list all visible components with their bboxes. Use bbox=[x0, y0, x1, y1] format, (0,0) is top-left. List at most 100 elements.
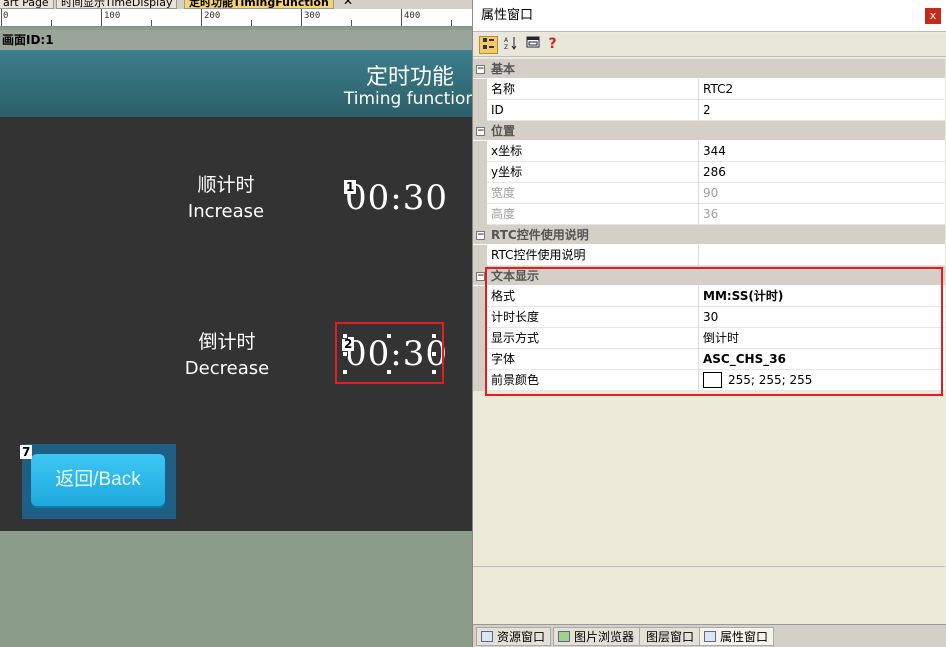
document-tab-bar: art Page 时间显示TimeDisplay 定时功能TimingFunct… bbox=[0, 0, 472, 9]
tab-label: 图层窗口 bbox=[646, 630, 695, 644]
property-value: 36 bbox=[703, 207, 719, 221]
color-value: 255; 255; 255 bbox=[728, 373, 813, 387]
categorized-icon[interactable] bbox=[479, 36, 498, 54]
ruler-tick: 100 bbox=[104, 11, 121, 21]
color-swatch[interactable] bbox=[703, 371, 722, 388]
close-tab-icon[interactable]: ✕ bbox=[343, 0, 353, 8]
property-key: 前景颜色 bbox=[487, 370, 699, 391]
category-label: 基本 bbox=[491, 62, 516, 76]
property-value[interactable]: 倒计时 bbox=[699, 328, 945, 349]
screen-id-label: 画面ID:1 bbox=[0, 30, 472, 50]
property-key: RTC控件使用说明 bbox=[487, 245, 699, 266]
property-value[interactable]: 344 bbox=[699, 141, 945, 162]
hmi-screen-canvas[interactable]: 定时功能 Timing function 顺计时 Increase 00:30 … bbox=[0, 50, 476, 531]
property-pages-icon[interactable] bbox=[523, 36, 542, 54]
ruler-tick: 0 bbox=[3, 11, 9, 21]
resize-handle[interactable] bbox=[431, 351, 437, 357]
category-rtc-usage[interactable]: − RTC控件使用说明 bbox=[473, 225, 945, 245]
property-row[interactable]: ID 2 bbox=[473, 100, 945, 121]
property-key: 宽度 bbox=[487, 183, 699, 204]
decrease-label-cn: 倒计时 bbox=[198, 331, 256, 353]
property-key: 字体 bbox=[487, 349, 699, 370]
tab-label: 资源窗口 bbox=[497, 630, 546, 644]
ruler-tick: 200 bbox=[204, 11, 221, 21]
property-window-title: 属性窗口 bbox=[473, 0, 946, 32]
tab-time-display[interactable]: 时间显示TimeDisplay bbox=[56, 0, 178, 9]
property-key: 显示方式 bbox=[487, 328, 699, 349]
svg-text:Z: Z bbox=[504, 44, 508, 50]
resize-handle[interactable] bbox=[386, 369, 392, 375]
decrease-label-en: Decrease bbox=[184, 358, 270, 379]
collapse-icon[interactable]: − bbox=[476, 272, 485, 281]
category-basic[interactable]: − 基本 bbox=[473, 59, 945, 79]
tab-property-window[interactable]: 属性窗口 bbox=[699, 627, 775, 646]
control-id-badge: 1 bbox=[344, 180, 357, 194]
help-icon[interactable]: ? bbox=[543, 36, 562, 54]
property-value[interactable]: ASC_CHS_36 bbox=[699, 349, 945, 370]
property-window-icon bbox=[704, 631, 716, 642]
property-row: 高度 36 bbox=[473, 204, 945, 225]
svg-text:A: A bbox=[504, 37, 509, 44]
ruler-tick: 400 bbox=[404, 11, 421, 21]
resize-handle[interactable] bbox=[431, 333, 437, 339]
property-row[interactable]: 格式 MM:SS(计时) bbox=[473, 286, 945, 307]
property-value: 90 bbox=[703, 186, 719, 200]
resize-handle[interactable] bbox=[342, 369, 348, 375]
rtc-increase-timer[interactable]: 00:30 bbox=[345, 178, 448, 218]
property-toolbar: AZ ? bbox=[473, 33, 946, 57]
property-value[interactable]: 255; 255; 255 bbox=[699, 370, 945, 391]
category-position[interactable]: − 位置 bbox=[473, 121, 945, 141]
property-value[interactable] bbox=[699, 245, 945, 266]
property-value[interactable]: 30 bbox=[699, 307, 945, 328]
resource-window-icon bbox=[481, 631, 493, 642]
property-row[interactable]: RTC控件使用说明 bbox=[473, 245, 945, 266]
property-row[interactable]: 显示方式 倒计时 bbox=[473, 328, 945, 349]
image-browser-icon bbox=[558, 631, 570, 642]
screen-header: 定时功能 Timing function bbox=[0, 50, 476, 117]
tab-resource-window[interactable]: 资源窗口 bbox=[476, 627, 552, 646]
resize-handle[interactable] bbox=[342, 351, 348, 357]
collapse-icon[interactable]: − bbox=[476, 65, 485, 74]
sort-az-icon[interactable]: AZ bbox=[501, 36, 520, 54]
horizontal-ruler: 0 100 200 300 400 bbox=[0, 9, 472, 27]
property-row[interactable]: 名称 RTC2 bbox=[473, 79, 945, 100]
property-value[interactable]: MM:SS(计时) bbox=[699, 286, 945, 307]
property-row[interactable]: 计时长度 30 bbox=[473, 307, 945, 328]
property-key: ID bbox=[487, 100, 699, 121]
screen-title-cn: 定时功能 bbox=[365, 65, 454, 90]
resize-handle[interactable] bbox=[386, 333, 392, 339]
property-row[interactable]: 前景颜色 255; 255; 255 bbox=[473, 370, 945, 391]
property-value[interactable]: RTC2 bbox=[699, 79, 945, 100]
property-value[interactable]: 286 bbox=[699, 162, 945, 183]
property-row[interactable]: x坐标 344 bbox=[473, 141, 945, 162]
property-window: 属性窗口 x AZ ? − 基本 名称 RTC2 ID 2 − 位置 x坐标 3… bbox=[472, 0, 946, 647]
property-row[interactable]: y坐标 286 bbox=[473, 162, 945, 183]
tab-label: 属性窗口 bbox=[720, 630, 769, 644]
close-icon[interactable]: x bbox=[925, 8, 941, 24]
property-key: 格式 bbox=[487, 286, 699, 307]
property-key: 名称 bbox=[487, 79, 699, 100]
resize-handle[interactable] bbox=[431, 369, 437, 375]
property-row[interactable]: 字体 ASC_CHS_36 bbox=[473, 349, 945, 370]
category-text-display[interactable]: − 文本显示 bbox=[473, 266, 945, 286]
control-id-badge: 7 bbox=[20, 445, 33, 459]
property-key: x坐标 bbox=[487, 141, 699, 162]
tab-label: 图片浏览器 bbox=[574, 630, 635, 644]
tab-start-page[interactable]: art Page bbox=[0, 0, 54, 9]
tab-layer-window[interactable]: 图层窗口 bbox=[639, 627, 701, 646]
ruler-tick: 300 bbox=[304, 11, 321, 21]
category-label: RTC控件使用说明 bbox=[491, 228, 589, 242]
decrease-label: 倒计时 Decrease bbox=[167, 327, 287, 379]
property-grid: − 基本 名称 RTC2 ID 2 − 位置 x坐标 344 y坐标 286 宽… bbox=[473, 59, 945, 391]
collapse-icon[interactable]: − bbox=[476, 231, 485, 240]
tab-timing-function[interactable]: 定时功能TimingFunction bbox=[184, 0, 334, 9]
collapse-icon[interactable]: − bbox=[476, 127, 485, 136]
property-key: y坐标 bbox=[487, 162, 699, 183]
resize-handle[interactable] bbox=[342, 333, 348, 339]
category-label: 位置 bbox=[491, 124, 516, 138]
back-button[interactable]: 返回/Back bbox=[31, 454, 165, 506]
property-value[interactable]: 2 bbox=[699, 100, 945, 121]
property-key: 计时长度 bbox=[487, 307, 699, 328]
screen-title-en: Timing function bbox=[343, 89, 477, 109]
tab-image-browser[interactable]: 图片浏览器 bbox=[553, 627, 641, 646]
